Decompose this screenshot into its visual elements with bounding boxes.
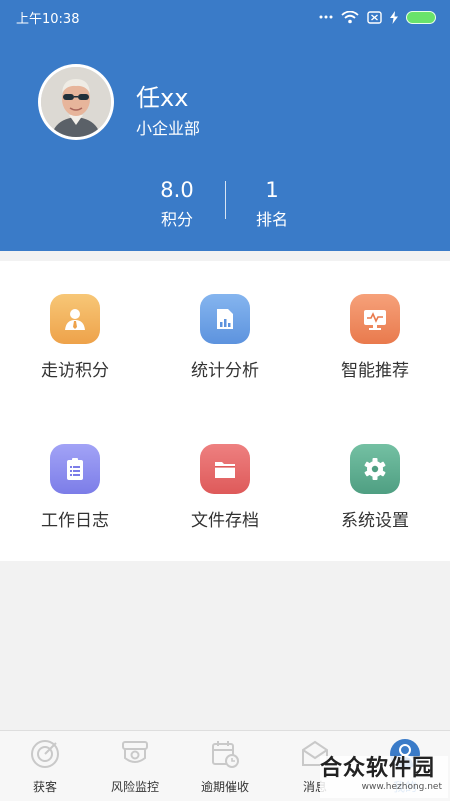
status-time: 上午10:38	[16, 11, 80, 27]
status-icons	[319, 10, 436, 24]
recommend-icon	[350, 294, 400, 344]
more-dots-icon	[319, 15, 333, 19]
sim-off-icon	[367, 10, 382, 24]
nav-label: 风险监控	[110, 780, 159, 794]
nav-item-risk-monitor[interactable]: 风险监控	[90, 731, 180, 801]
user-department: 小企业部	[136, 119, 201, 138]
menu-label: 智能推荐	[341, 361, 409, 381]
stat-rank[interactable]: 1 排名	[212, 178, 332, 230]
menu-item-file-archive[interactable]: 文件存档	[150, 411, 300, 561]
battery-icon	[406, 10, 436, 24]
menu-item-work-log[interactable]: 工作日志	[0, 411, 150, 561]
visit-points-icon	[50, 294, 100, 344]
statistics-icon	[200, 294, 250, 344]
menu-item-visit-points[interactable]: 走访积分	[0, 261, 150, 411]
status-bar: 上午10:38	[0, 0, 450, 34]
charging-icon	[390, 10, 398, 24]
work-log-icon	[50, 444, 100, 494]
stat-rank-value: 1	[265, 178, 279, 202]
watermark-title: 合众软件园	[320, 756, 436, 781]
menu-label: 统计分析	[191, 361, 259, 381]
file-archive-icon	[200, 444, 250, 494]
nav-item-acquire[interactable]: 获客	[0, 731, 90, 801]
menu-item-statistics[interactable]: 统计分析	[150, 261, 300, 411]
target-icon	[29, 738, 61, 770]
function-menu: 走访积分 统计分析 智能推荐 工作日志 文件存档 系统设置	[0, 261, 450, 561]
avatar[interactable]	[38, 64, 114, 140]
menu-label: 文件存档	[191, 511, 259, 531]
profile-header: 上午10:38 任xx 小企业部 8.0 积分 1 排名	[0, 0, 450, 251]
menu-item-recommend[interactable]: 智能推荐	[300, 261, 450, 411]
menu-item-settings[interactable]: 系统设置	[300, 411, 450, 561]
nav-label: 获客	[32, 780, 57, 794]
calendar-clock-icon	[209, 738, 241, 770]
user-name: 任xx	[136, 84, 189, 112]
watermark-url: www.hezhong.net	[361, 782, 442, 792]
nav-label: 逾期催收	[200, 780, 249, 794]
menu-label: 工作日志	[41, 511, 109, 531]
wifi-icon	[341, 10, 359, 23]
menu-label: 系统设置	[341, 511, 409, 531]
avatar-photo	[41, 67, 111, 137]
settings-icon	[350, 444, 400, 494]
nav-item-overdue-collection[interactable]: 逾期催收	[180, 731, 270, 801]
menu-label: 走访积分	[41, 361, 109, 381]
stat-rank-label: 排名	[255, 210, 288, 229]
camera-icon	[119, 738, 151, 770]
watermark: 合众软件园 www.hezhong.net	[320, 756, 448, 798]
